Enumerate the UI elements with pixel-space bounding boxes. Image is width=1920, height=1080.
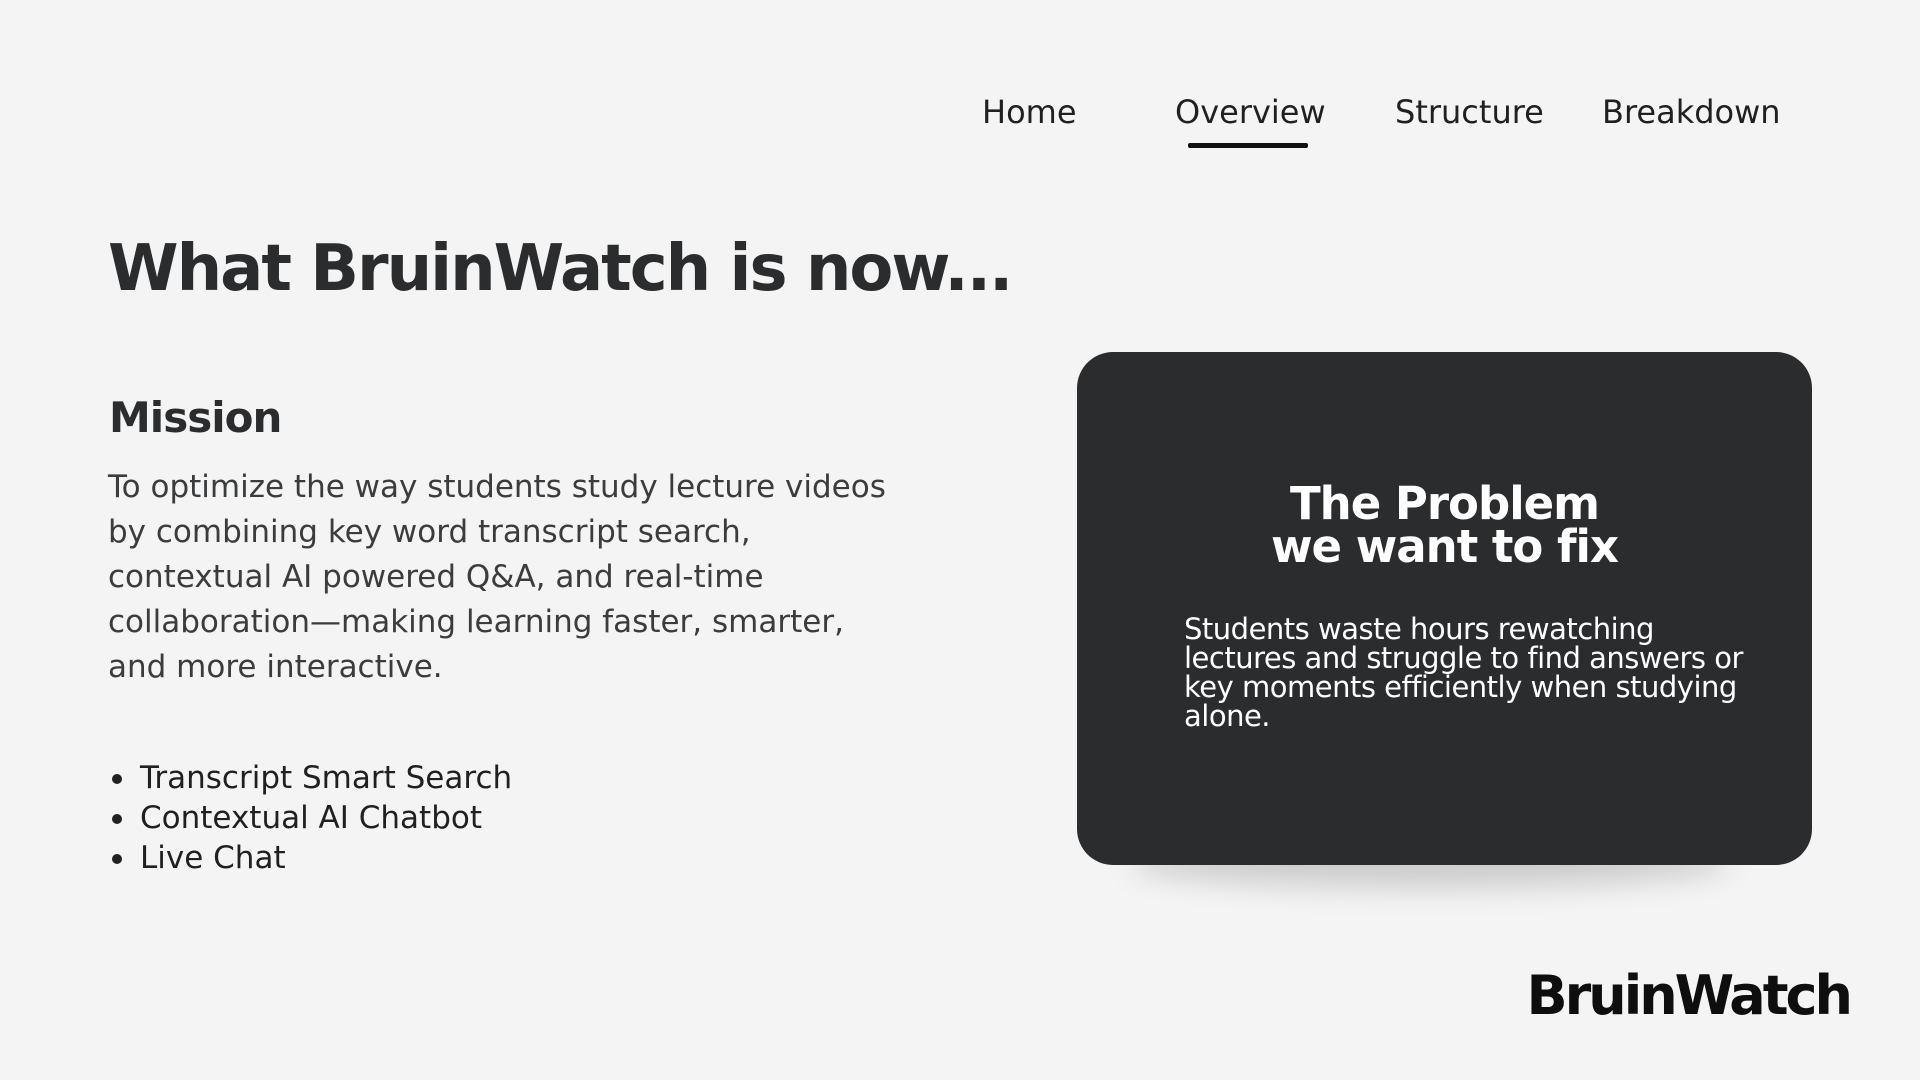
problem-card-title: The Problem we want to fix [1077, 477, 1812, 573]
brand-logo: BruinWatch [1526, 964, 1853, 1027]
problem-title-line-1: The Problem [1289, 477, 1600, 530]
top-nav: Home Overview Structure Breakdown [0, 88, 1920, 148]
feature-label: Contextual AI Chatbot [140, 800, 482, 836]
mission-text: To optimize the way students study lectu… [108, 469, 886, 685]
feature-label: Transcript Smart Search [140, 760, 513, 796]
feature-list: Transcript Smart Search Contextual AI Ch… [108, 758, 512, 878]
nav-item-overview[interactable]: Overview [1175, 88, 1326, 136]
bullet-icon [112, 814, 122, 824]
bullet-icon [112, 854, 122, 864]
page-title: What BruinWatch is now... [108, 232, 1013, 306]
list-item: Transcript Smart Search [108, 758, 512, 798]
problem-card: The Problem we want to fix Students wast… [1077, 352, 1812, 865]
problem-card-text: Students waste hours rewatching lectures… [1184, 612, 1743, 733]
problem-title-line-2: we want to fix [1270, 520, 1619, 573]
nav-item-home[interactable]: Home [982, 88, 1077, 136]
bullet-icon [112, 774, 122, 784]
nav-item-structure[interactable]: Structure [1395, 88, 1544, 136]
list-item: Contextual AI Chatbot [108, 798, 512, 838]
mission-heading: Mission [109, 393, 282, 442]
list-item: Live Chat [108, 838, 512, 878]
feature-label: Live Chat [140, 840, 286, 876]
nav-item-breakdown[interactable]: Breakdown [1602, 88, 1781, 136]
active-nav-indicator [1188, 143, 1308, 148]
